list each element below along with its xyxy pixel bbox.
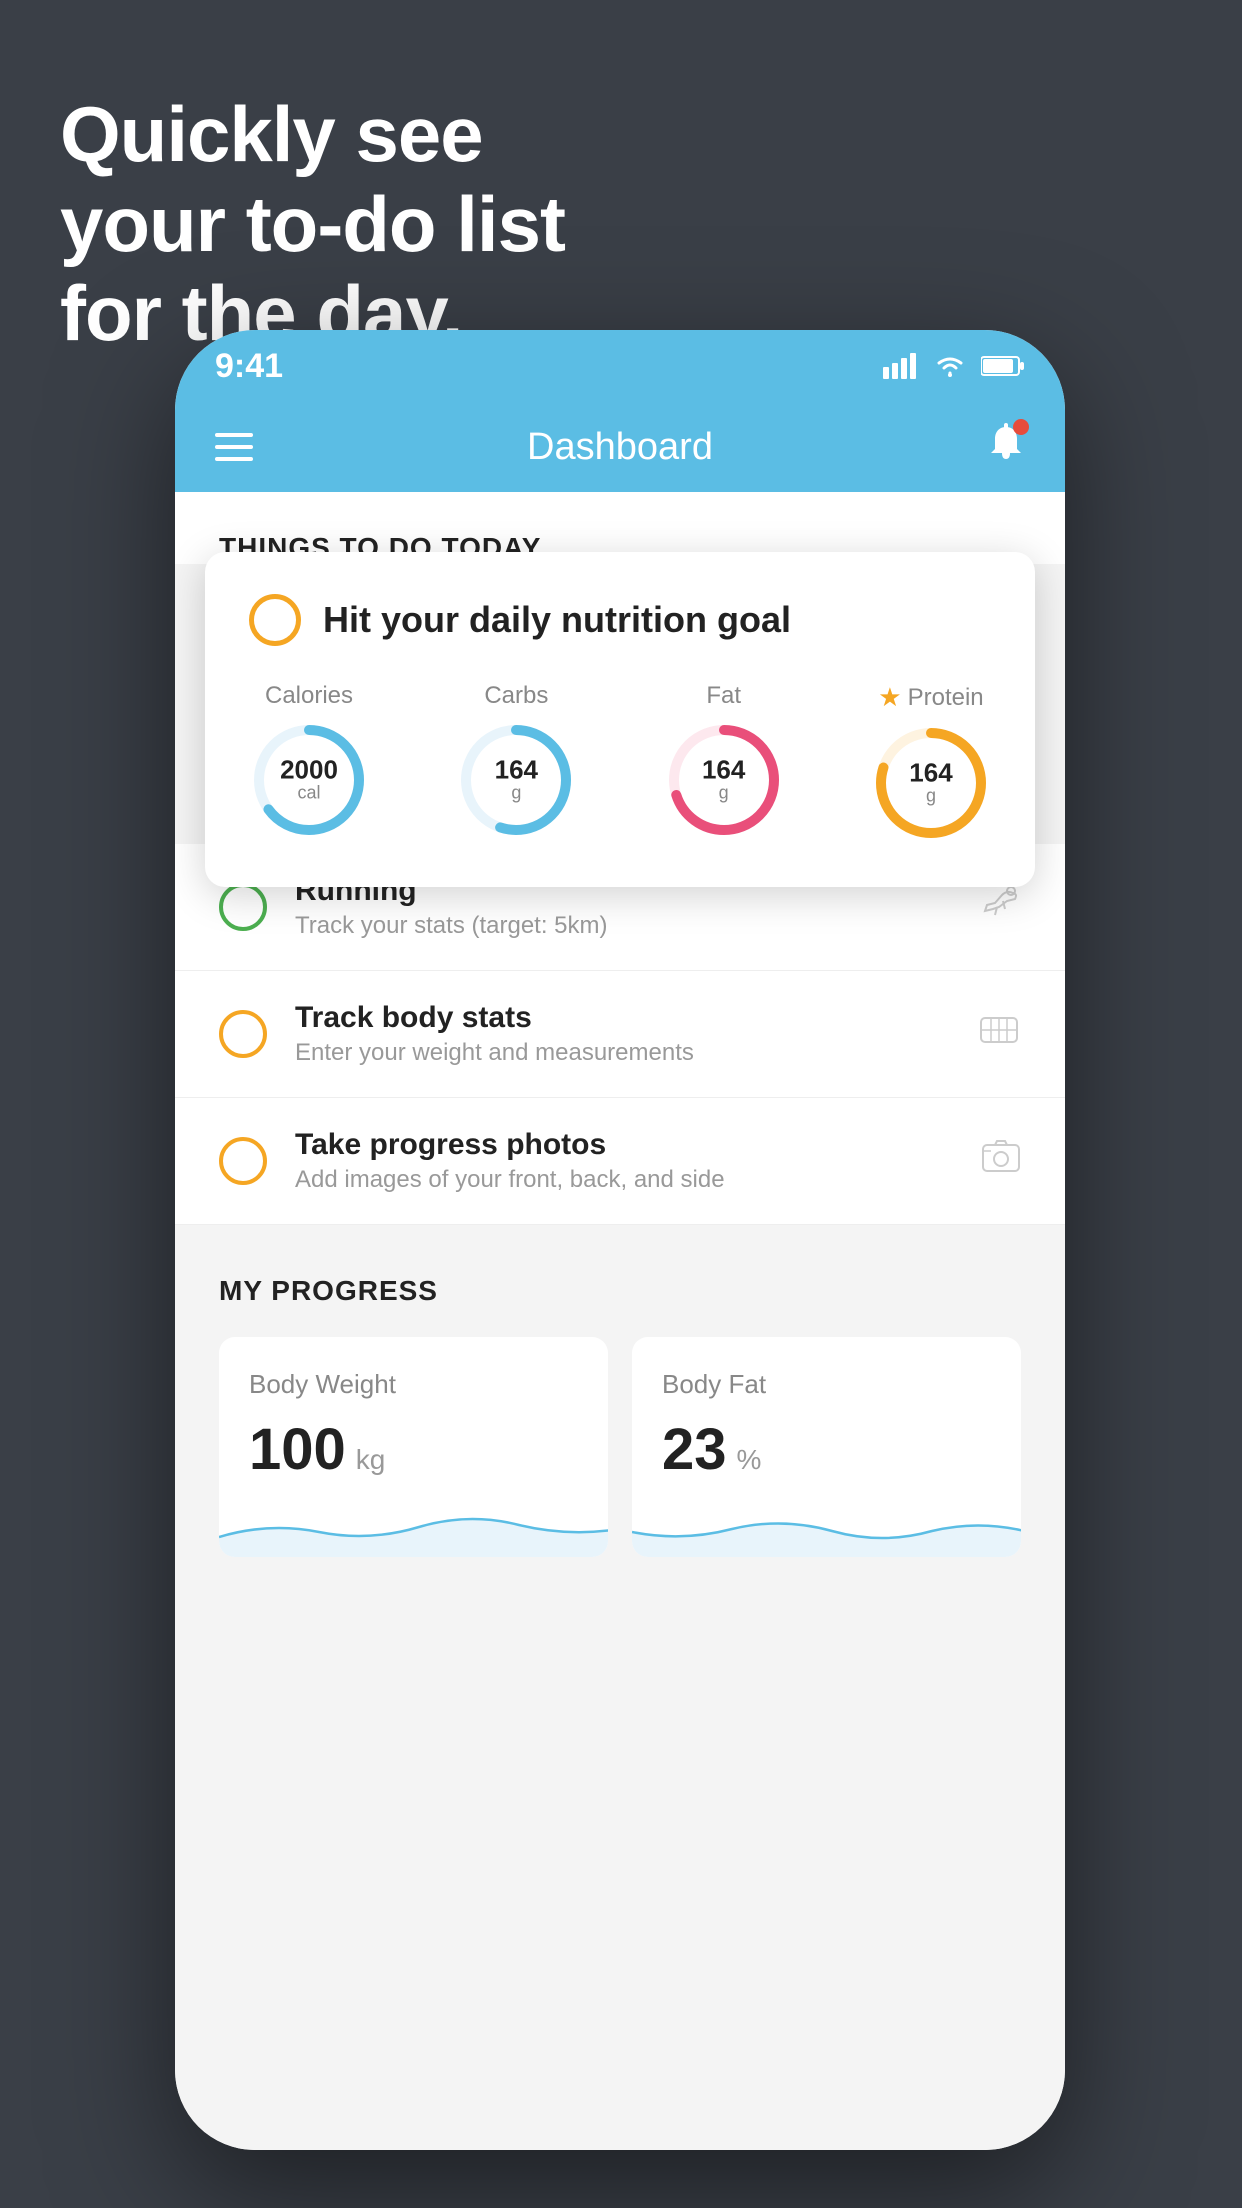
calories-label: Calories <box>265 682 353 710</box>
carbs-circle: 164 g <box>456 720 576 840</box>
protein-label: ★Protein <box>878 682 983 713</box>
phone-frame: 9:41 <box>175 330 1065 2150</box>
header-title: Dashboard <box>527 426 713 469</box>
calories-circle: 2000 cal <box>249 720 369 840</box>
nutrition-calories: Calories 2000 cal <box>249 682 369 840</box>
fat-label: Fat <box>706 682 741 710</box>
protein-circle: 164 g <box>871 723 991 843</box>
fat-unit: g <box>702 783 745 804</box>
nutrition-check-circle <box>249 594 301 646</box>
running-check-circle <box>219 883 267 931</box>
body-fat-card-title: Body Fat <box>662 1369 991 1400</box>
body-weight-card-title: Body Weight <box>249 1369 578 1400</box>
nutrition-card[interactable]: Hit your daily nutrition goal Calories 2… <box>205 552 1035 887</box>
todo-list: Running Track your stats (target: 5km) <box>175 844 1065 1225</box>
status-icons <box>883 353 1025 379</box>
photos-desc: Add images of your front, back, and side <box>295 1166 953 1194</box>
body-fat-wave <box>632 1487 1021 1557</box>
photos-check-circle <box>219 1137 267 1185</box>
fat-circle: 164 g <box>664 720 784 840</box>
nutrition-card-title: Hit your daily nutrition goal <box>323 599 791 641</box>
progress-section: MY PROGRESS Body Weight 100 kg B <box>175 1225 1065 1597</box>
body-fat-card[interactable]: Body Fat 23 % <box>632 1337 1021 1557</box>
status-time: 9:41 <box>215 347 283 386</box>
signal-icon <box>883 353 919 379</box>
body-weight-unit: kg <box>356 1444 386 1476</box>
progress-cards: Body Weight 100 kg Body Fat 23 % <box>219 1337 1021 1557</box>
headline: Quickly see your to-do list for the day. <box>60 90 565 359</box>
calories-unit: cal <box>280 783 338 804</box>
photos-icon <box>981 1139 1021 1184</box>
body-weight-value-row: 100 kg <box>249 1416 578 1483</box>
carbs-value: 164 <box>495 757 538 783</box>
body-stats-text: Track body stats Enter your weight and m… <box>295 1001 949 1067</box>
status-bar: 9:41 <box>175 330 1065 402</box>
nutrition-carbs: Carbs 164 g <box>456 682 576 840</box>
body-stats-check-circle <box>219 1010 267 1058</box>
carbs-unit: g <box>495 783 538 804</box>
running-icon <box>977 885 1021 930</box>
body-fat-value-row: 23 % <box>662 1416 991 1483</box>
carbs-label: Carbs <box>484 682 548 710</box>
protein-unit: g <box>909 786 952 807</box>
nutrition-protein: ★Protein 164 g <box>871 682 991 843</box>
headline-line2: your to-do list <box>60 180 565 270</box>
headline-line1: Quickly see <box>60 90 565 180</box>
body-weight-wave <box>219 1487 608 1557</box>
content-area: THINGS TO DO TODAY Hit your daily nutrit… <box>175 492 1065 2150</box>
running-desc: Track your stats (target: 5km) <box>295 912 949 940</box>
star-icon: ★ <box>878 682 901 713</box>
progress-section-title: MY PROGRESS <box>219 1275 1021 1307</box>
body-weight-number: 100 <box>249 1416 346 1483</box>
nutrition-fat: Fat 164 g <box>664 682 784 840</box>
battery-icon <box>981 355 1025 377</box>
body-stats-icon <box>977 1012 1021 1057</box>
photos-name: Take progress photos <box>295 1128 953 1162</box>
notification-bell-icon[interactable] <box>987 423 1025 472</box>
photos-text: Take progress photos Add images of your … <box>295 1128 953 1194</box>
todo-item-body-stats[interactable]: Track body stats Enter your weight and m… <box>175 971 1065 1098</box>
body-fat-number: 23 <box>662 1416 727 1483</box>
menu-icon[interactable] <box>215 433 253 461</box>
app-header: Dashboard <box>175 402 1065 492</box>
body-fat-unit: % <box>737 1444 762 1476</box>
body-stats-name: Track body stats <box>295 1001 949 1035</box>
nutrition-row: Calories 2000 cal Carbs <box>249 682 991 843</box>
wifi-icon <box>933 353 967 379</box>
body-stats-desc: Enter your weight and measurements <box>295 1039 949 1067</box>
body-weight-card[interactable]: Body Weight 100 kg <box>219 1337 608 1557</box>
card-header-row: Hit your daily nutrition goal <box>249 594 991 646</box>
todo-item-progress-photos[interactable]: Take progress photos Add images of your … <box>175 1098 1065 1225</box>
fat-value: 164 <box>702 757 745 783</box>
protein-value: 164 <box>909 760 952 786</box>
calories-value: 2000 <box>280 757 338 783</box>
notification-dot <box>1013 419 1029 435</box>
